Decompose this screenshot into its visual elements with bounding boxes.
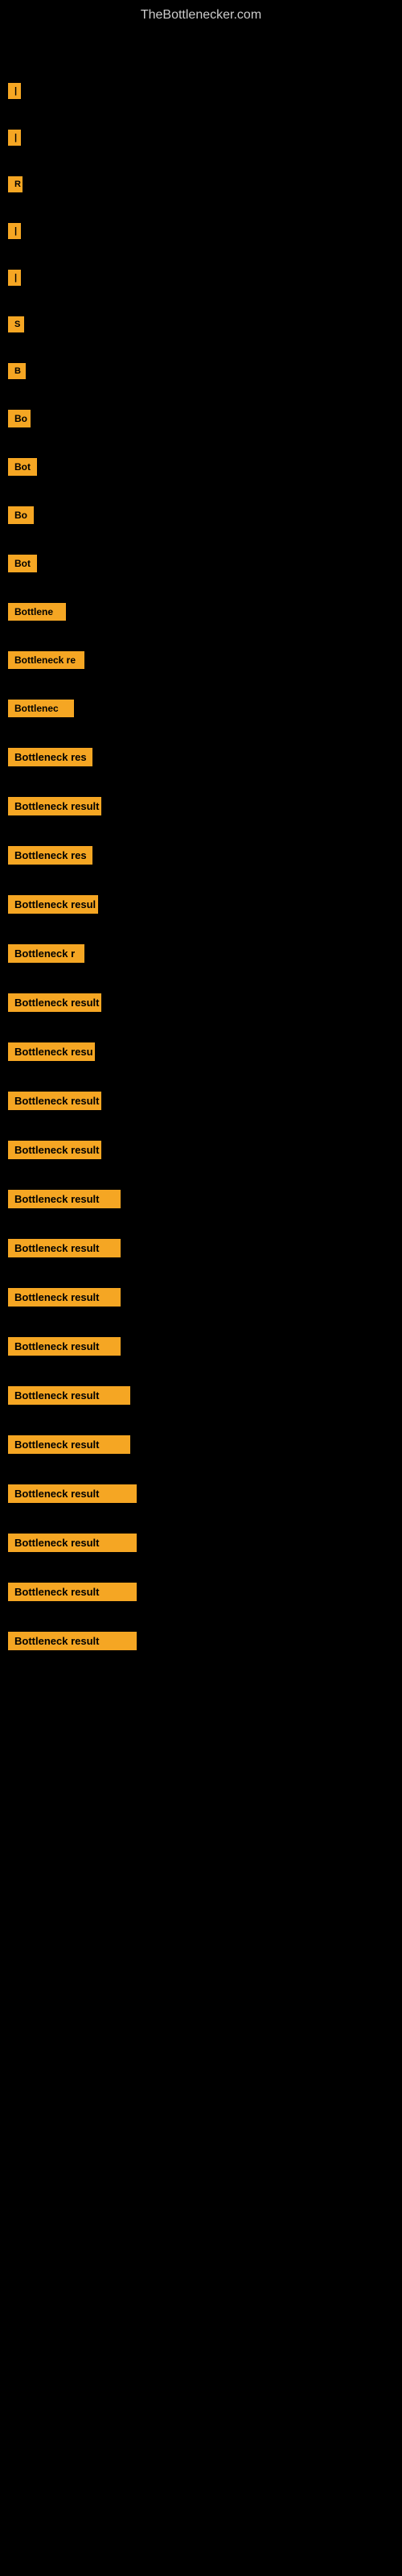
list-item: Bot [8, 555, 394, 572]
bottleneck-result-label: Bottleneck result [8, 1190, 121, 1208]
bottleneck-result-label: Bottlene [8, 603, 66, 621]
bottleneck-result-label: | [8, 130, 21, 146]
list-item: Bottleneck result [8, 1190, 394, 1208]
site-title: TheBottlenecker.com [0, 0, 402, 27]
bottleneck-result-label: Bot [8, 555, 37, 572]
bottleneck-result-label: Bottleneck result [8, 1092, 101, 1110]
list-item: Bottleneck result [8, 1435, 394, 1454]
bottleneck-result-label: S [8, 316, 24, 332]
bottleneck-result-label: R [8, 176, 23, 192]
bottleneck-result-label: Bottleneck re [8, 651, 84, 669]
list-item: Bottleneck r [8, 944, 394, 963]
list-item: Bottleneck res [8, 846, 394, 865]
bottleneck-result-label: Bottleneck result [8, 1534, 137, 1552]
list-item: Bottleneck result [8, 1632, 394, 1650]
list-item: Bottlenec [8, 700, 394, 717]
bottleneck-result-label: Bottleneck resu [8, 1042, 95, 1061]
list-item: Bottleneck result [8, 1141, 394, 1159]
list-item: Bottleneck result [8, 1484, 394, 1503]
bottleneck-result-label: Bottleneck res [8, 846, 92, 865]
list-item: | [8, 130, 394, 146]
bottleneck-result-label: Bottleneck resul [8, 895, 98, 914]
bottleneck-result-label: Bottleneck result [8, 1288, 121, 1307]
list-item: Bottleneck result [8, 1288, 394, 1307]
list-item: S [8, 316, 394, 332]
bottleneck-result-label: Bo [8, 506, 34, 524]
bottleneck-result-label: Bottleneck result [8, 1632, 137, 1650]
list-item: Bo [8, 506, 394, 524]
list-item: | [8, 270, 394, 286]
list-item: Bottleneck result [8, 1534, 394, 1552]
list-item: Bottleneck result [8, 1337, 394, 1356]
bottleneck-result-label: | [8, 223, 21, 239]
list-item: Bot [8, 458, 394, 476]
bottleneck-result-label: Bottleneck result [8, 1141, 101, 1159]
bottleneck-result-label: Bottleneck result [8, 1239, 121, 1257]
list-item: Bottlene [8, 603, 394, 621]
bottleneck-result-label: Bottleneck result [8, 1435, 130, 1454]
list-item: Bottleneck result [8, 797, 394, 815]
bottleneck-result-label: Bottleneck res [8, 748, 92, 766]
list-item: | [8, 83, 394, 99]
bottleneck-result-label: B [8, 363, 26, 379]
bottleneck-result-label: Bottleneck result [8, 797, 101, 815]
list-item: Bottleneck result [8, 993, 394, 1012]
bottleneck-result-label: Bottleneck result [8, 1337, 121, 1356]
bottleneck-result-label: | [8, 270, 21, 286]
bottleneck-result-label: Bot [8, 458, 37, 476]
list-item: Bo [8, 410, 394, 427]
list-item: Bottleneck resul [8, 895, 394, 914]
bottleneck-result-label: Bottlenec [8, 700, 74, 717]
bottleneck-result-label: Bottleneck result [8, 1583, 137, 1601]
list-item: Bottleneck re [8, 651, 394, 669]
bottleneck-result-label: Bottleneck r [8, 944, 84, 963]
bottleneck-result-label: Bottleneck result [8, 1484, 137, 1503]
list-item: | [8, 223, 394, 239]
list-item: Bottleneck res [8, 748, 394, 766]
bottleneck-result-label: Bottleneck result [8, 993, 101, 1012]
list-item: Bottleneck resu [8, 1042, 394, 1061]
list-item: Bottleneck result [8, 1239, 394, 1257]
list-item: Bottleneck result [8, 1583, 394, 1601]
list-item: Bottleneck result [8, 1386, 394, 1405]
bottleneck-result-label: Bottleneck result [8, 1386, 130, 1405]
bottleneck-result-label: | [8, 83, 21, 99]
list-item: B [8, 363, 394, 379]
list-item: R [8, 176, 394, 192]
bottleneck-result-label: Bo [8, 410, 31, 427]
results-container: | | R | | S B Bo Bot Bo Bot Bottlene Bottleneck re Bo… [0, 75, 402, 1681]
list-item: Bottleneck result [8, 1092, 394, 1110]
